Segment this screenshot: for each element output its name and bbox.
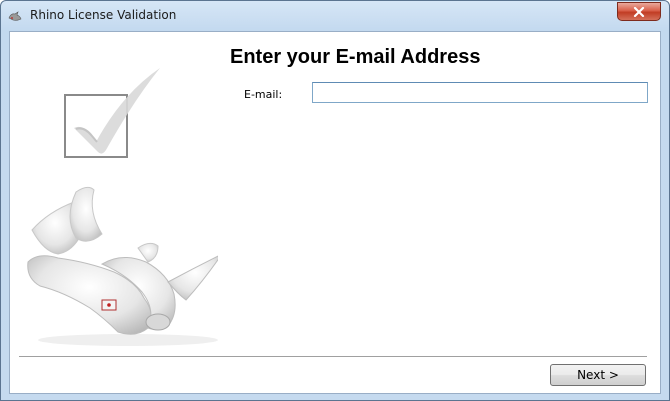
email-field[interactable] xyxy=(312,82,648,103)
client-area: Enter your E-mail Address E-mail: Next > xyxy=(9,31,661,394)
next-button[interactable]: Next > xyxy=(550,364,646,386)
window-title: Rhino License Validation xyxy=(30,8,177,22)
rhino-logo xyxy=(18,182,223,357)
license-validation-window: Rhino License Validation Enter your E-ma… xyxy=(0,0,670,401)
email-label: E-mail: xyxy=(244,88,283,101)
page-title: Enter your E-mail Address xyxy=(230,46,481,68)
close-button[interactable] xyxy=(617,2,661,21)
footer-divider xyxy=(19,356,647,358)
close-icon xyxy=(633,6,645,17)
checkmark-icon xyxy=(62,66,162,166)
title-bar[interactable]: Rhino License Validation xyxy=(1,1,669,31)
rhino-app-icon xyxy=(8,9,22,23)
